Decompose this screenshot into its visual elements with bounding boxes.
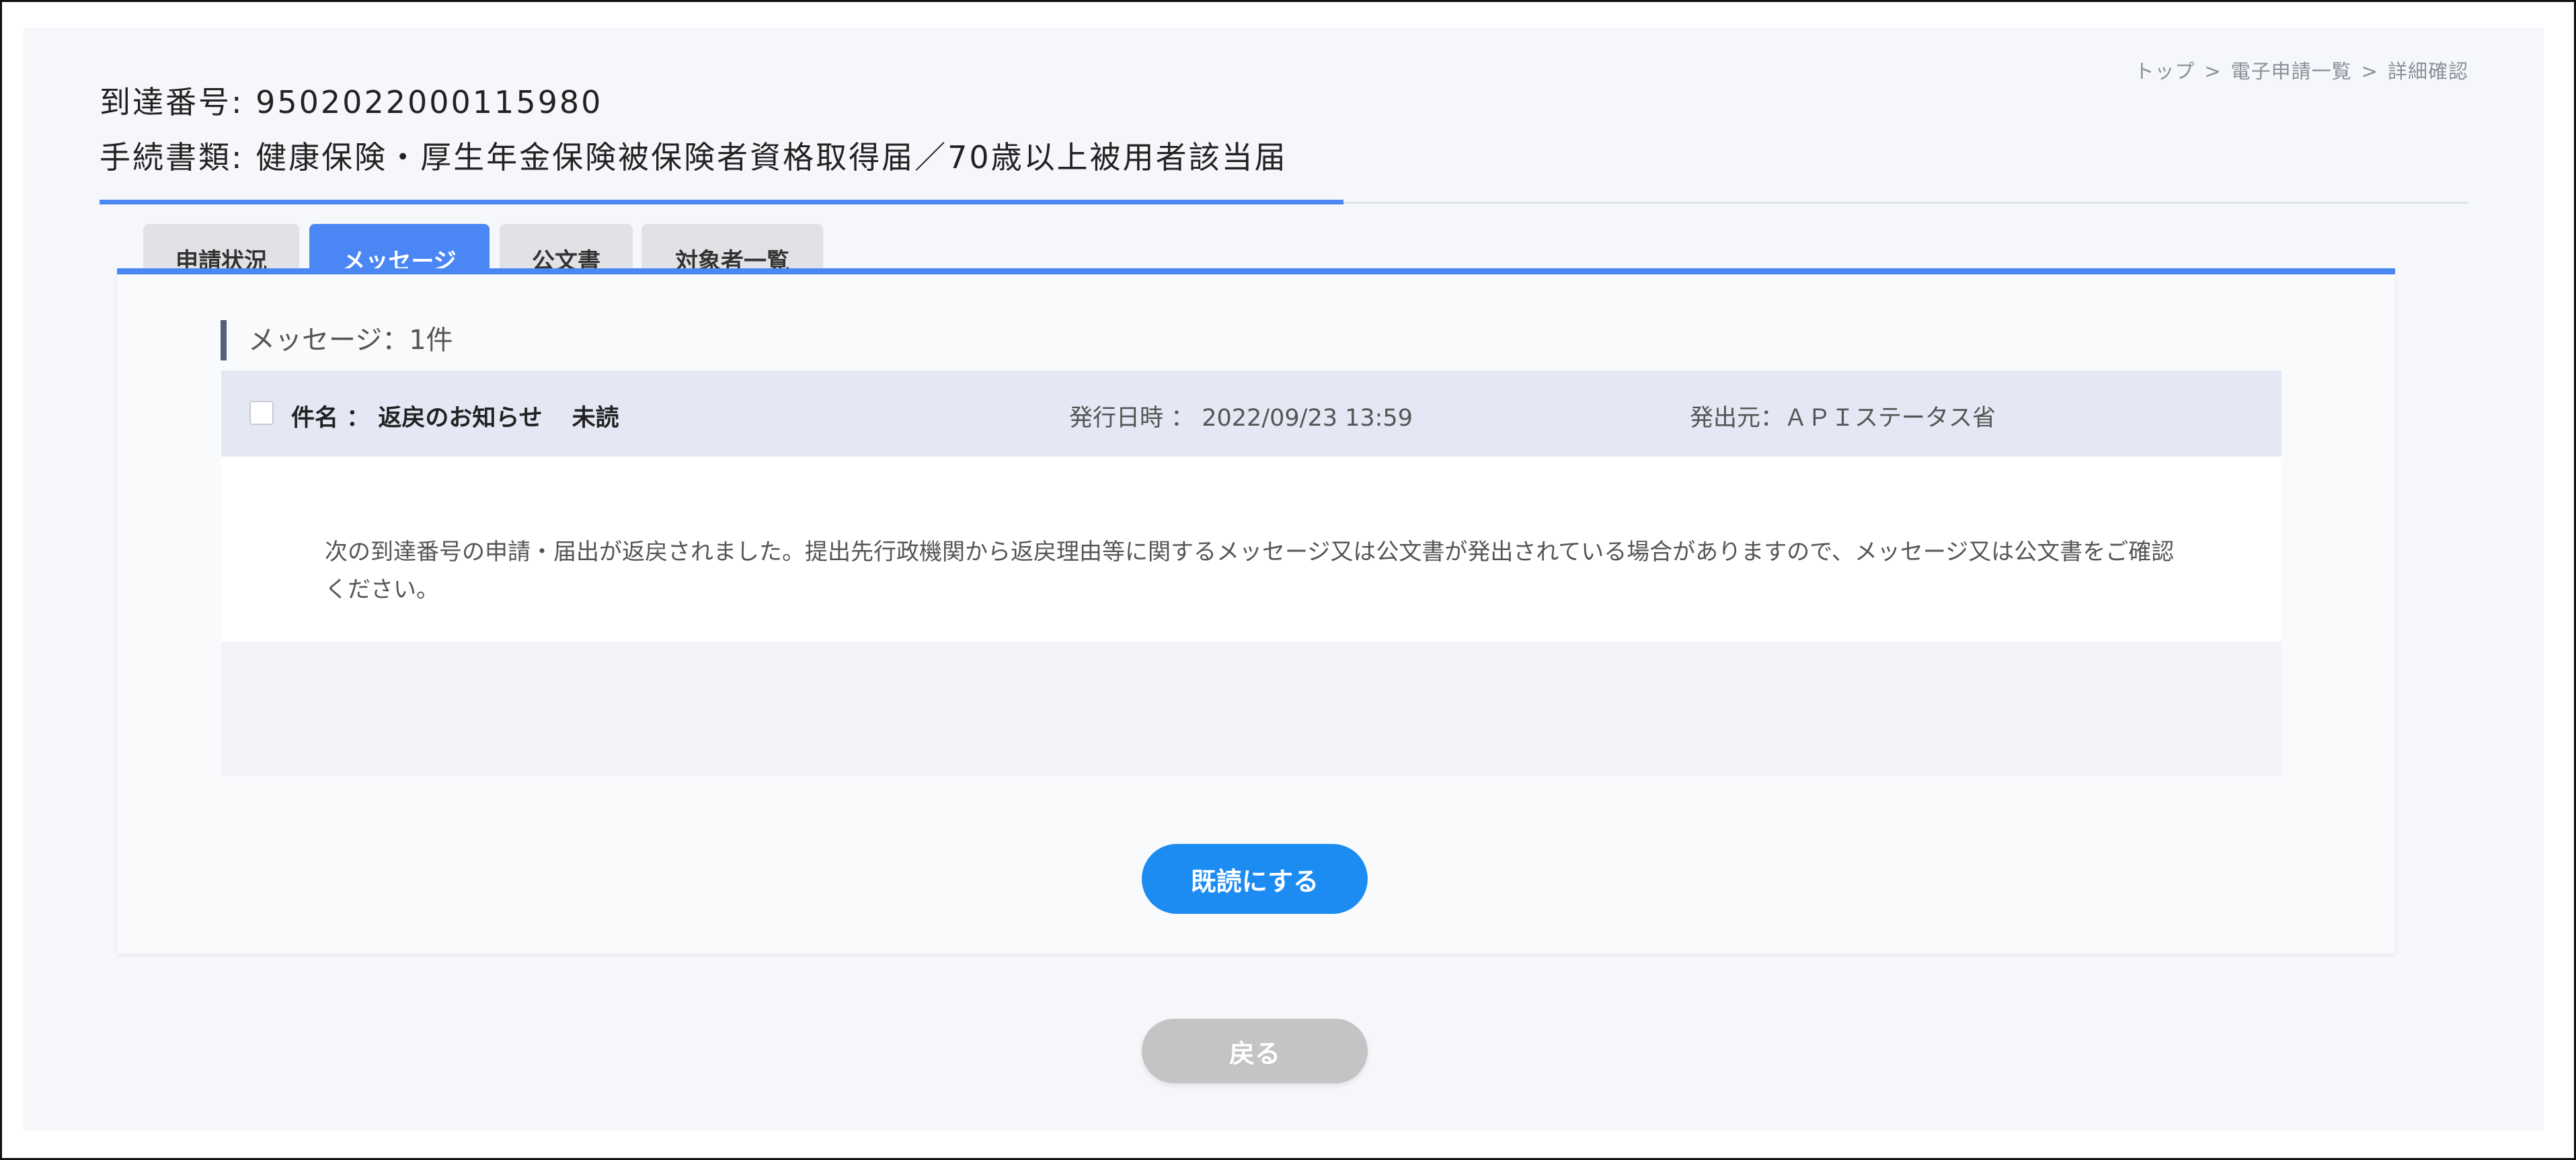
message-count-heading: メッセージ：1件 xyxy=(221,320,453,360)
header-divider-accent xyxy=(100,200,1343,204)
message-unread-badge: 未読 xyxy=(572,405,619,432)
breadcrumb-separator: > xyxy=(2361,60,2378,83)
message-list-blank-area xyxy=(221,642,2281,776)
breadcrumb: トップ > 電子申請一覧 > 詳細確認 xyxy=(2134,56,2468,84)
message-subject-text: 件名 ： 返戻のお知らせ xyxy=(291,405,543,432)
message-subject[interactable]: 件名 ： 返戻のお知らせ 未読 xyxy=(291,399,619,433)
window-frame: トップ > 電子申請一覧 > 詳細確認 到達番号: 9502022000115980 手… xyxy=(0,0,2576,1160)
message-sender: 発出元：ＡＰＩステータス省 xyxy=(1690,405,1996,432)
breadcrumb-item-list[interactable]: 電子申請一覧 xyxy=(2231,60,2352,83)
back-button[interactable]: 戻る xyxy=(1142,1019,1368,1083)
mark-as-read-button[interactable]: 既読にする xyxy=(1142,844,1368,914)
message-issued-date: 発行日時 ： 2022/09/23 13:59 xyxy=(1069,405,1413,432)
arrival-number: 到達番号: 9502022000115980 xyxy=(100,84,603,120)
message-select-checkbox[interactable] xyxy=(249,401,274,425)
breadcrumb-item-current: 詳細確認 xyxy=(2387,60,2468,83)
message-body-text: 次の到達番号の申請・届出が返戻されました。提出先行政機関から返戻理由等に関するメ… xyxy=(325,539,2175,603)
breadcrumb-separator: > xyxy=(2204,60,2222,83)
tab-active-bar xyxy=(117,268,2395,274)
breadcrumb-item-top[interactable]: トップ xyxy=(2134,60,2195,83)
procedure-title: 手続書類: 健康保険・厚生年金保険被保険者資格取得届／70歳以上被用者該当届 xyxy=(100,139,1288,176)
